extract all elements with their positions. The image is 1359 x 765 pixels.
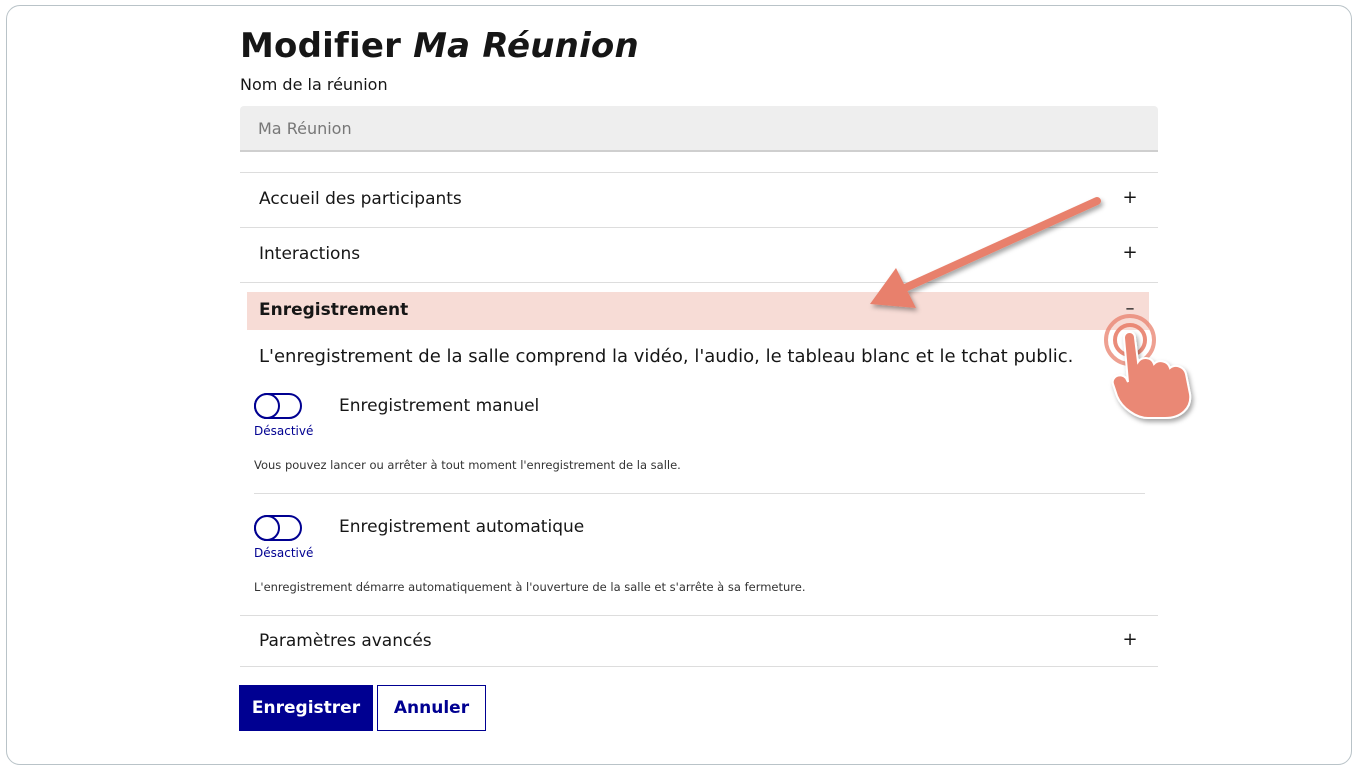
page-title: Modifier Ma Réunion: [240, 26, 639, 66]
automatic-recording-toggle[interactable]: [254, 515, 302, 541]
accordion-recording-label: Enregistrement: [259, 300, 409, 320]
manual-recording-label: Enregistrement manuel: [339, 396, 540, 416]
divider: [240, 615, 1158, 616]
divider: [240, 282, 1158, 283]
divider: [240, 666, 1158, 667]
plus-icon: +: [1122, 629, 1138, 650]
toggle-knob: [254, 515, 280, 541]
meeting-name-input[interactable]: [240, 106, 1158, 152]
minus-icon[interactable]: –: [1122, 298, 1138, 319]
divider: [240, 227, 1158, 228]
accordion-advanced-label: Paramètres avancés: [259, 631, 432, 651]
page-title-meeting-name: Ma Réunion: [413, 26, 639, 66]
plus-icon: +: [1122, 187, 1138, 208]
automatic-recording-hint: L'enregistrement démarre automatiquement…: [254, 580, 806, 594]
toggle-knob: [254, 393, 280, 419]
accordion-reception-label: Accueil des participants: [259, 189, 462, 209]
accordion-interactions[interactable]: [240, 231, 1158, 277]
divider: [254, 493, 1145, 494]
manual-recording-toggle[interactable]: [254, 393, 302, 419]
automatic-recording-state: Désactivé: [254, 546, 314, 560]
page-title-prefix: Modifier: [240, 26, 402, 66]
recording-description: L'enregistrement de la salle comprend la…: [259, 346, 1074, 367]
accordion-interactions-label: Interactions: [259, 244, 361, 264]
plus-icon: +: [1122, 242, 1138, 263]
divider: [240, 172, 1158, 173]
meeting-name-label: Nom de la réunion: [240, 75, 388, 94]
manual-recording-state: Désactivé: [254, 424, 314, 438]
automatic-recording-label: Enregistrement automatique: [339, 517, 585, 537]
cancel-button[interactable]: Annuler: [377, 685, 486, 731]
manual-recording-hint: Vous pouvez lancer ou arrêter à tout mom…: [254, 458, 681, 472]
save-button[interactable]: Enregistrer: [239, 685, 373, 731]
